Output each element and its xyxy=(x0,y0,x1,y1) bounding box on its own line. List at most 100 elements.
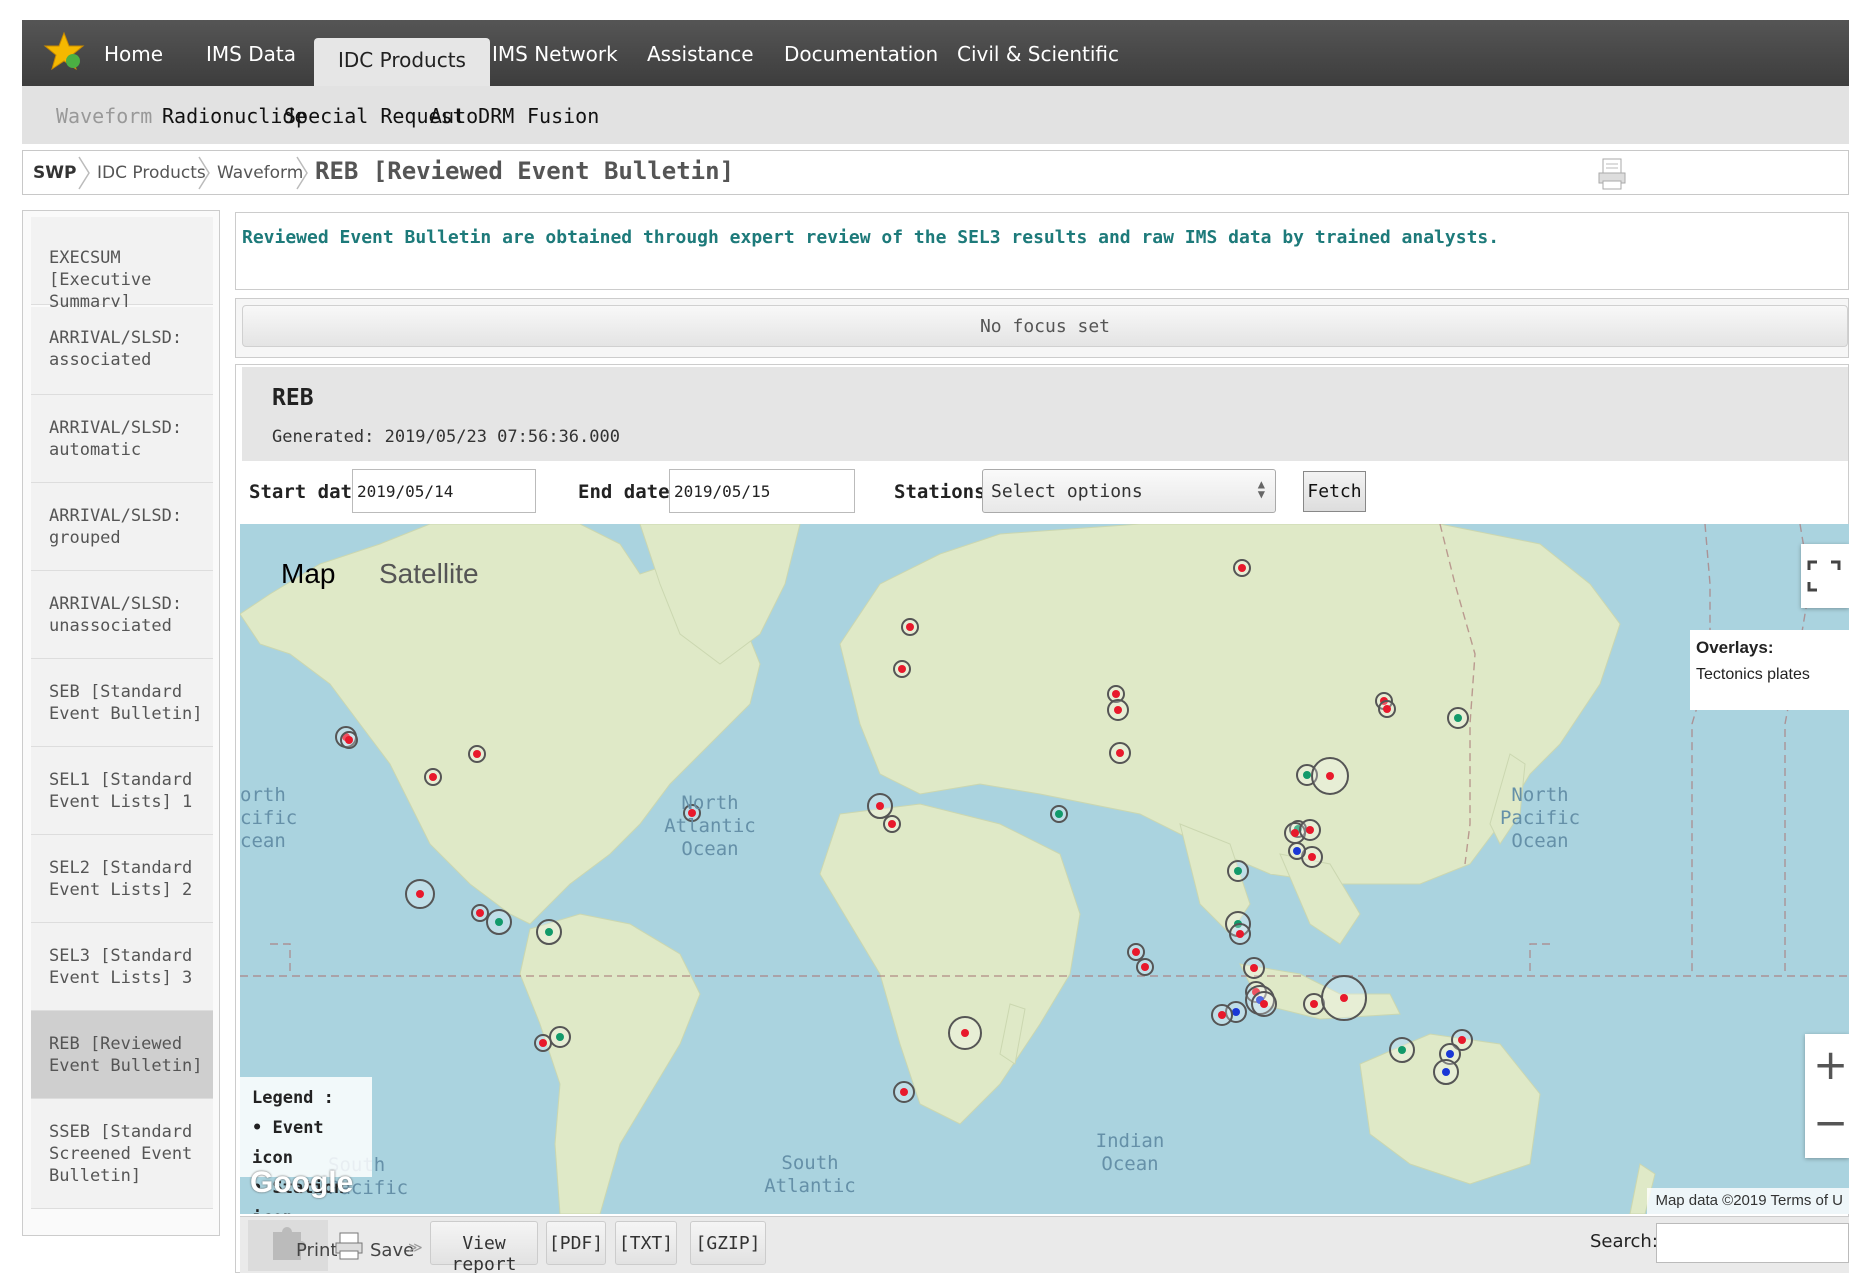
event-dot[interactable] xyxy=(1238,564,1246,572)
sidebar-item-arrival-grouped[interactable]: ARRIVAL/SLSD: grouped xyxy=(31,483,213,571)
ocean-label-line: Indian xyxy=(1095,1130,1165,1152)
print-label[interactable]: Print xyxy=(296,1240,337,1261)
description-text: Reviewed Event Bulletin are obtained thr… xyxy=(242,227,1500,248)
event-dot[interactable] xyxy=(1250,964,1258,972)
station-dot[interactable] xyxy=(1232,1008,1240,1016)
focus-bar: No focus set xyxy=(235,298,1849,358)
sidebar-item-sel2[interactable]: SEL2 [Standard Event Lists] 2 xyxy=(31,835,213,923)
station-dot[interactable] xyxy=(556,1033,564,1041)
stations-select[interactable]: Select options ▲ ▼ xyxy=(982,469,1276,513)
event-dot[interactable] xyxy=(888,820,896,828)
printer-icon[interactable] xyxy=(1596,157,1628,191)
event-dot[interactable] xyxy=(429,773,437,781)
event-dot[interactable] xyxy=(906,623,914,631)
sidebar-item-reb[interactable]: REB [Reviewed Event Bulletin] xyxy=(31,1011,213,1099)
nav-ims-network[interactable]: IMS Network xyxy=(492,42,618,66)
sidebar-item-sel1[interactable]: SEL1 [Standard Event Lists] 1 xyxy=(31,747,213,835)
chevron-down-icon[interactable]: ≫ xyxy=(408,1240,423,1256)
station-dot[interactable] xyxy=(1442,1068,1450,1076)
zoom-in-button[interactable]: + xyxy=(1813,1040,1848,1089)
event-dot[interactable] xyxy=(961,1029,969,1037)
event-dot[interactable] xyxy=(1458,1036,1466,1044)
start-date-input[interactable]: 2019/05/14 xyxy=(352,469,536,513)
stations-select-value: Select options xyxy=(991,481,1143,502)
nav-idc-products[interactable]: IDC Products xyxy=(314,38,490,86)
print-icon[interactable] xyxy=(334,1231,364,1261)
subnav-waveform[interactable]: Waveform xyxy=(56,104,152,128)
home-star-icon[interactable] xyxy=(42,30,86,74)
event-dot[interactable] xyxy=(1141,963,1149,971)
event-dot[interactable] xyxy=(345,736,353,744)
event-map[interactable]: orth cific cean North Atlantic Ocean Nor… xyxy=(240,524,1849,1214)
station-dot[interactable] xyxy=(1234,867,1242,875)
map-view-button[interactable]: Map xyxy=(255,544,359,608)
event-dot[interactable] xyxy=(1218,1011,1226,1019)
pdf-button[interactable]: [PDF] xyxy=(546,1221,606,1265)
event-dot[interactable] xyxy=(476,909,484,917)
sidebar-item-arrival-automatic[interactable]: ARRIVAL/SLSD: automatic xyxy=(31,395,213,483)
sidebar-item-seb[interactable]: SEB [Standard Event Bulletin] xyxy=(31,659,213,747)
sidebar-item-sel3[interactable]: SEL3 [Standard Event Lists] 3 xyxy=(31,923,213,1011)
fullscreen-button[interactable] xyxy=(1801,544,1849,608)
event-dot[interactable] xyxy=(1306,826,1314,834)
event-dot[interactable] xyxy=(1236,930,1244,938)
station-dot[interactable] xyxy=(1293,847,1301,855)
event-dot[interactable] xyxy=(1340,994,1348,1002)
zoom-out-button[interactable]: − xyxy=(1813,1098,1848,1147)
search-input[interactable] xyxy=(1656,1223,1849,1263)
fullscreen-icon xyxy=(1807,560,1841,592)
search-label: Search: xyxy=(1590,1231,1658,1252)
station-dot[interactable] xyxy=(495,918,503,926)
nav-civil-scientific[interactable]: Civil & Scientific xyxy=(957,42,1119,66)
station-dot[interactable] xyxy=(1398,1046,1406,1054)
ocean-label-line: Ocean xyxy=(1101,1153,1159,1175)
event-dot[interactable] xyxy=(1291,829,1299,837)
event-dot[interactable] xyxy=(898,665,906,673)
event-dot[interactable] xyxy=(1260,1000,1268,1008)
event-dot[interactable] xyxy=(1383,705,1391,713)
txt-button[interactable]: [TXT] xyxy=(615,1221,677,1265)
event-dot[interactable] xyxy=(876,802,884,810)
subnav-autodrm[interactable]: AutoDRM xyxy=(430,104,514,128)
fetch-button[interactable]: Fetch xyxy=(1303,471,1366,512)
ocean-label-line: cean xyxy=(240,830,286,852)
event-dot[interactable] xyxy=(1308,853,1316,861)
station-dot[interactable] xyxy=(1446,1050,1454,1058)
event-dot[interactable] xyxy=(1116,749,1124,757)
sidebar-item-execsum[interactable]: EXECSUM [Executive Summary] xyxy=(31,217,213,312)
focus-status[interactable]: No focus set xyxy=(242,305,1848,347)
satellite-view-button[interactable]: Satellite xyxy=(359,544,507,608)
map-attribution[interactable]: Map data ©2019 Terms of U xyxy=(1647,1188,1849,1214)
event-dot[interactable] xyxy=(1326,772,1334,780)
breadcrumb-idc-products[interactable]: IDC Products xyxy=(97,163,206,183)
event-dot[interactable] xyxy=(473,750,481,758)
sidebar-item-sseb[interactable]: SSEB [Standard Screened Event Bulletin] xyxy=(31,1099,213,1209)
event-dot[interactable] xyxy=(1112,690,1120,698)
legend-event-label: Event icon xyxy=(252,1118,324,1168)
view-report-button[interactable]: View report xyxy=(430,1221,538,1273)
station-dot[interactable] xyxy=(1303,771,1311,779)
gzip-button[interactable]: [GZIP] xyxy=(690,1221,766,1265)
event-dot[interactable] xyxy=(1114,706,1122,714)
nav-home[interactable]: Home xyxy=(104,42,163,66)
breadcrumb-swp[interactable]: SWP xyxy=(33,163,76,183)
event-dot[interactable] xyxy=(900,1088,908,1096)
event-dot[interactable] xyxy=(416,890,424,898)
event-dot[interactable] xyxy=(539,1039,547,1047)
event-dot[interactable] xyxy=(1310,1000,1318,1008)
station-dot[interactable] xyxy=(545,928,553,936)
subnav-fusion[interactable]: Fusion xyxy=(527,104,599,128)
bottom-toolbar: Print Save ≫ View report [PDF] [TXT] [GZ… xyxy=(240,1216,1849,1273)
event-dot[interactable] xyxy=(1132,948,1140,956)
breadcrumb-waveform[interactable]: Waveform xyxy=(217,163,303,183)
nav-ims-data[interactable]: IMS Data xyxy=(206,42,296,66)
station-dot[interactable] xyxy=(1454,714,1462,722)
sidebar-item-arrival-unassociated[interactable]: ARRIVAL/SLSD: unassociated xyxy=(31,571,213,659)
sidebar-item-arrival-associated[interactable]: ARRIVAL/SLSD: associated xyxy=(31,307,213,395)
continents xyxy=(240,524,1656,1214)
overlay-tectonic-plates-toggle[interactable]: Tectonics plates xyxy=(1696,666,1849,684)
station-dot[interactable] xyxy=(1055,810,1063,818)
nav-assistance[interactable]: Assistance xyxy=(647,42,754,66)
end-date-input[interactable]: 2019/05/15 xyxy=(669,469,855,513)
nav-documentation[interactable]: Documentation xyxy=(784,42,938,66)
